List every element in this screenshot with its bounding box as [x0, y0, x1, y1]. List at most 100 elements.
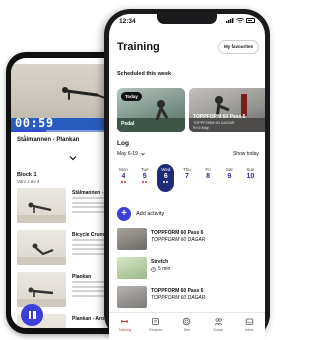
- plank-pose-icon: [28, 202, 52, 213]
- show-today-link[interactable]: Show today: [233, 151, 259, 157]
- day-date: 5: [142, 173, 147, 180]
- activity-dots: [136, 181, 153, 183]
- activity-item[interactable]: Stretch 5 min: [117, 255, 259, 282]
- block-label: Block 1: [17, 172, 37, 178]
- activity-program: TOPPFORM 60 DAGAR: [151, 295, 206, 301]
- chevron-down-icon[interactable]: [69, 154, 77, 162]
- floor: [17, 257, 66, 265]
- front-phone: 12:34 Training My favourites Scheduled t…: [104, 9, 270, 340]
- day-date: 4: [121, 173, 126, 180]
- scheduled-card[interactable]: TOPPFORM 60 Pass 5 TOPPFORM 60 DAGAR Fri…: [189, 88, 265, 132]
- day-sat[interactable]: Sat 9: [221, 164, 238, 192]
- battery-icon: [246, 18, 255, 23]
- activity-dot: [145, 181, 148, 183]
- book-icon: [152, 318, 160, 325]
- inbox-icon: [245, 318, 254, 325]
- week-day-selector: Mon 4 Tue 5 Wed 6 Thu 7 Fri 8 Sat 9 Sun 10: [115, 164, 259, 194]
- dumbbell-icon: [121, 320, 129, 323]
- activity-dot: [121, 181, 123, 183]
- card-title: Pedal: [121, 121, 135, 127]
- day-fri[interactable]: Fri 8: [200, 164, 217, 192]
- today-badge: Today: [121, 92, 142, 101]
- date-range: May 6-19: [117, 151, 138, 157]
- activity-dots: [221, 181, 238, 183]
- activity-thumbnail: [117, 286, 147, 308]
- wifi-icon: [236, 18, 244, 23]
- card-program: TOPPFORM 60 DAGAR: [193, 121, 235, 125]
- activity-name: Stretch: [151, 259, 169, 265]
- activity-dot: [163, 181, 166, 183]
- day-date: 10: [246, 173, 255, 180]
- video-progress-fill: [11, 130, 46, 132]
- page-title: Training: [117, 41, 160, 53]
- activity-dots: [115, 181, 132, 183]
- pause-button[interactable]: [21, 304, 43, 326]
- activity-dot: [124, 181, 126, 183]
- tab-inbox[interactable]: Inbox: [237, 317, 261, 332]
- activity-dot: [166, 181, 169, 183]
- activity-item[interactable]: TOPPFORM 60 Pass 6 TOPPFORM 60 DAGAR: [117, 226, 259, 253]
- day-thu[interactable]: Thu 7: [178, 164, 195, 192]
- plank-pose-icon: [27, 326, 57, 328]
- tab-training[interactable]: Training: [113, 317, 137, 332]
- day-name: Thu: [183, 167, 191, 172]
- activity-name: TOPPFORM 60 Pass 6: [151, 230, 204, 236]
- activity-dots: [157, 181, 174, 183]
- tab-diet[interactable]: Diet: [175, 317, 199, 332]
- log-heading: Log: [117, 140, 129, 147]
- day-mon[interactable]: Mon 4: [115, 164, 132, 192]
- exercise-name: Bicycle Crunch: [72, 232, 109, 238]
- day-date: 8: [206, 173, 211, 180]
- status-time: 12:34: [119, 18, 136, 25]
- exercise-figure-icon: [62, 87, 106, 100]
- tab-recipes[interactable]: Recipes: [144, 317, 168, 332]
- exercise-name: Plankan: [72, 274, 92, 280]
- activity-dots: [200, 181, 217, 183]
- scheduled-heading: Scheduled this week: [117, 71, 172, 77]
- activity-duration-row: 5 min: [151, 266, 170, 272]
- phone-notch: [157, 14, 217, 24]
- add-activity-button[interactable]: + Add activity: [117, 207, 164, 221]
- activity-dot: [142, 181, 145, 183]
- tab-label: Social: [213, 328, 224, 332]
- exercise-thumbnail: [17, 272, 66, 307]
- tab-label: Training: [118, 328, 132, 332]
- my-favourites-button[interactable]: My favourites: [217, 40, 259, 54]
- pause-icon: [33, 311, 36, 319]
- exercise-thumbnail: [17, 188, 66, 223]
- exercise-title: Stålmannen - Plankan: [17, 137, 80, 143]
- activity-dots: [242, 181, 259, 183]
- day-date: 9: [227, 173, 232, 180]
- training-screen: 12:34 Training My favourites Scheduled t…: [109, 14, 265, 340]
- day-name: Tue: [140, 167, 149, 172]
- video-timer: 00:59: [15, 116, 54, 130]
- card-title: TOPPFORM 60 Pass 5: [193, 114, 246, 120]
- day-name: Wed: [161, 167, 171, 172]
- day-name: Fri: [205, 167, 211, 172]
- status-icons: [226, 18, 255, 23]
- day-tue[interactable]: Tue 5: [136, 164, 153, 192]
- day-sun[interactable]: Sun 10: [242, 164, 259, 192]
- day-name: Mon: [119, 167, 128, 172]
- activity-dots: [178, 181, 195, 183]
- scheduled-cards: Today Pedal TOPPFORM 60 Pass 5 TOPPFORM …: [117, 88, 265, 132]
- add-activity-label: Add activity: [136, 211, 165, 217]
- activity-thumbnail: [117, 228, 147, 250]
- signal-icon: [226, 18, 234, 23]
- tab-social[interactable]: Social: [206, 317, 230, 332]
- scheduled-card[interactable]: Today Pedal: [117, 88, 185, 132]
- day-name: Sat: [225, 167, 233, 172]
- round-counter: Varv 1 av 4: [17, 179, 40, 184]
- day-name: Sun: [246, 167, 255, 172]
- date-range-selector[interactable]: May 6-19: [117, 151, 145, 157]
- plus-icon: +: [117, 207, 131, 221]
- plank-pose-icon: [28, 287, 54, 297]
- crunch-pose-icon: [32, 243, 54, 256]
- activity-item[interactable]: TOPPFORM 60 Pass 6 TOPPFORM 60 DAGAR: [117, 284, 259, 311]
- bottom-tab-bar: Training Recipes Diet Social Inbox: [109, 312, 265, 340]
- card-date: Fri 6 May: [193, 126, 209, 130]
- activity-program: TOPPFORM 60 DAGAR: [151, 237, 206, 243]
- people-icon: [214, 318, 222, 326]
- tab-label: Recipes: [149, 328, 163, 332]
- day-wed[interactable]: Wed 6: [157, 164, 175, 192]
